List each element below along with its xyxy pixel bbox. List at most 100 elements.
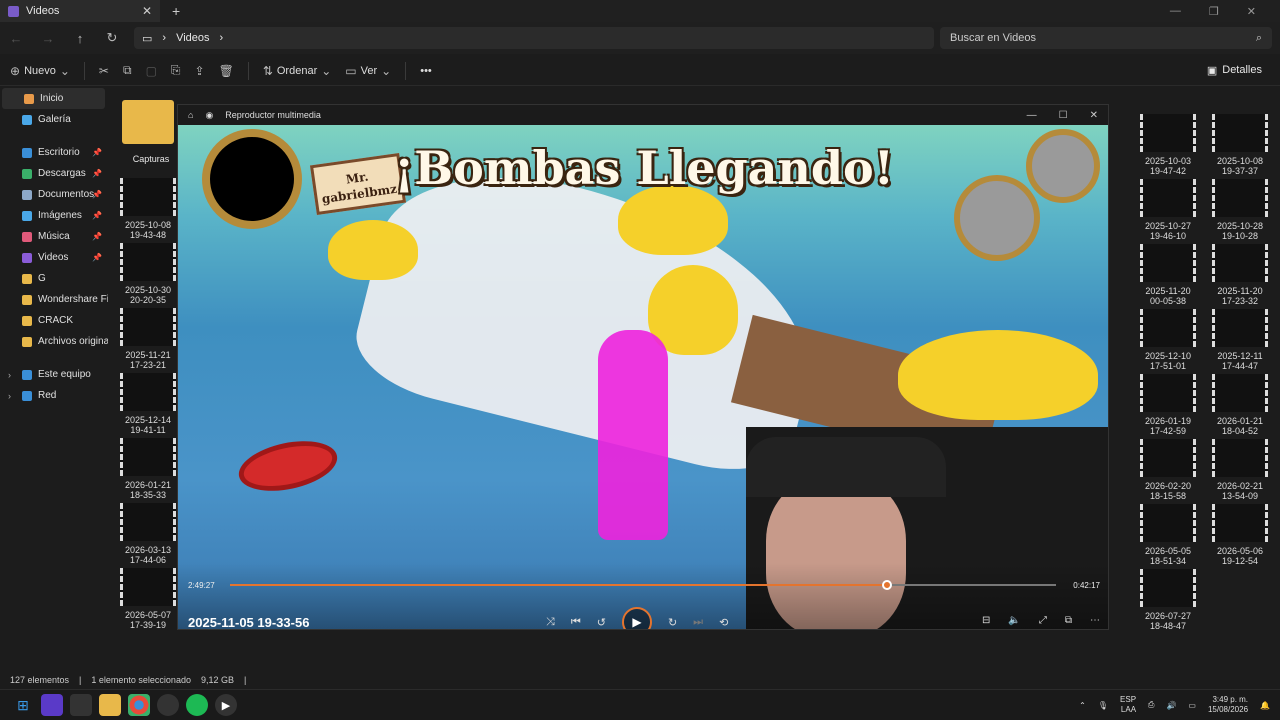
close-icon[interactable]: ✕ — [1090, 110, 1098, 121]
video-file-item[interactable]: 2026-05-06 19-12-54 — [1208, 504, 1272, 566]
video-file-item[interactable]: 2025-10-30 20-20-35 — [116, 243, 180, 305]
sidebar-item-quick[interactable]: Documentos 📌 — [0, 184, 108, 205]
battery-icon[interactable]: ▭ — [1188, 701, 1196, 710]
sidebar-item-quick[interactable]: Descargas 📌 — [0, 163, 108, 184]
video-file-item[interactable]: 2025-11-20 17-23-32 — [1208, 244, 1272, 306]
cut-button[interactable]: ✂ — [99, 64, 109, 78]
volume-icon[interactable]: 🔊 — [1166, 701, 1176, 710]
shuffle-icon[interactable]: ⤨ — [546, 616, 555, 629]
next-icon[interactable]: ⏭ — [693, 616, 703, 629]
sidebar-item-quick[interactable]: Escritorio 📌 — [0, 142, 108, 163]
media-player-taskbar-icon[interactable]: ▶ — [215, 694, 237, 716]
address-bar[interactable]: ▭ › Videos › — [134, 27, 934, 49]
breadcrumb-videos[interactable]: Videos — [176, 32, 209, 44]
minimize-icon[interactable]: — — [1027, 110, 1037, 121]
refresh-icon[interactable]: ↻ — [96, 30, 128, 46]
sidebar-item-home[interactable]: Inicio — [2, 88, 105, 109]
view-button[interactable]: ▭ Ver ⌄ — [345, 64, 391, 78]
video-file-item[interactable]: 2026-05-07 17-39-19 — [116, 568, 180, 630]
repeat-off-icon[interactable]: ⟲ — [719, 616, 728, 629]
language-indicator[interactable]: ESP LAA — [1120, 695, 1136, 715]
previous-icon[interactable]: ⏮ — [571, 616, 581, 629]
tab-close-icon[interactable]: ✕ — [142, 4, 152, 18]
video-file-item[interactable]: 2026-07-27 18-48-47 — [1136, 569, 1200, 631]
seek-handle[interactable] — [881, 580, 892, 590]
new-button[interactable]: ⊕ Nuevo ⌄ — [10, 64, 70, 78]
sidebar-item-quick[interactable]: Imágenes 📌 — [0, 205, 108, 226]
video-file-item[interactable]: 2025-11-20 00-05-38 — [1136, 244, 1200, 306]
video-file-item[interactable]: 2026-01-21 18-35-33 — [116, 438, 180, 500]
video-file-item[interactable]: 2025-10-27 19-46-10 — [1136, 179, 1200, 241]
breadcrumb-chevron-icon[interactable]: › — [220, 32, 224, 44]
sidebar-item-quick[interactable]: G — [0, 268, 108, 289]
maximize-icon[interactable]: ☐ — [1059, 110, 1068, 121]
search-icon[interactable]: ⌕ — [1256, 32, 1262, 45]
app-icon[interactable] — [41, 694, 63, 716]
video-frame[interactable]: Mr. gabrielbmz ¡Bombas Llegando! 2:49:27… — [178, 125, 1108, 629]
video-file-item[interactable]: 2026-02-21 13-54-09 — [1208, 439, 1272, 501]
minimize-icon[interactable]: — — [1170, 5, 1181, 18]
video-file-item[interactable]: 2025-10-08 19-37-37 — [1208, 114, 1272, 176]
fullscreen-icon[interactable]: ⤢ — [1039, 615, 1047, 626]
paste-button[interactable]: ▢ — [146, 64, 157, 78]
sidebar-item-quick[interactable]: Wondershare Filmora — [0, 289, 108, 310]
home-icon[interactable]: ⌂ — [188, 110, 193, 120]
sidebar-item-this-pc[interactable]: › Este equipo — [0, 364, 108, 385]
chevron-right-icon[interactable]: › — [8, 370, 11, 380]
folder-label-capturas[interactable]: Capturas — [122, 154, 180, 164]
maximize-icon[interactable]: ❐ — [1209, 5, 1219, 18]
sidebar-item-quick[interactable]: Música 📌 — [0, 226, 108, 247]
up-icon[interactable]: ↑ — [64, 31, 96, 46]
app-icon[interactable] — [157, 694, 179, 716]
video-file-item[interactable]: 2025-11-21 17-23-21 — [116, 308, 180, 370]
file-explorer-icon[interactable] — [99, 694, 121, 716]
sidebar-item-quick[interactable]: Videos 📌 — [0, 247, 108, 268]
microphone-icon[interactable]: 🎙 — [1098, 701, 1108, 710]
play-button[interactable]: ▶ — [621, 607, 652, 629]
volume-icon[interactable]: 🔈 — [1008, 615, 1020, 626]
back-icon[interactable]: ← — [0, 31, 32, 46]
start-icon[interactable]: ⊞ — [12, 694, 34, 716]
delete-button[interactable]: 🗑 — [219, 64, 234, 78]
subtitles-icon[interactable]: ⊟ — [982, 615, 990, 626]
video-file-item[interactable]: 2026-01-21 18-04-52 — [1208, 374, 1272, 436]
sidebar-item-network[interactable]: › Red — [0, 385, 108, 406]
sidebar-item-gallery[interactable]: Galería — [0, 109, 108, 130]
spotify-icon[interactable] — [186, 694, 208, 716]
details-button[interactable]: ▣ Detalles — [1207, 64, 1262, 77]
media-player-window[interactable]: ⌂ ◉ Reproductor multimedia — ☐ ✕ Mr. gab… — [177, 104, 1109, 630]
clock[interactable]: 3:49 p. m. 15/08/2026 — [1208, 695, 1248, 715]
chevron-right-icon[interactable]: › — [8, 391, 11, 401]
network-icon[interactable]: ⎙ — [1148, 700, 1154, 710]
more-options-icon[interactable]: ⋯ — [1090, 615, 1100, 626]
rename-button[interactable]: ⎘ — [171, 63, 181, 78]
video-file-item[interactable]: 2026-05-05 18-51-34 — [1136, 504, 1200, 566]
chrome-icon[interactable] — [128, 694, 150, 716]
seek-bar[interactable] — [230, 580, 1056, 590]
sidebar-item-quick[interactable]: Archivos originales — [0, 331, 108, 352]
breadcrumb-chevron-icon[interactable]: › — [162, 32, 166, 44]
video-file-item[interactable]: 2025-10-28 19-10-28 — [1208, 179, 1272, 241]
new-tab-button[interactable]: + — [172, 3, 180, 19]
video-file-item[interactable]: 2025-10-08 19-43-48 — [116, 178, 180, 240]
notifications-icon[interactable]: 🔔 — [1260, 701, 1270, 710]
forward-30-icon[interactable]: ↻ — [668, 616, 677, 629]
more-button[interactable]: ••• — [420, 65, 432, 77]
rewind-10-icon[interactable]: ↺ — [597, 616, 606, 629]
forward-icon[interactable]: → — [32, 31, 64, 46]
video-file-item[interactable]: 2026-01-19 17-42-59 — [1136, 374, 1200, 436]
search-input[interactable]: Buscar en Videos ⌕ — [940, 27, 1272, 49]
sidebar-item-quick[interactable]: CRACK — [0, 310, 108, 331]
video-file-item[interactable]: 2025-12-14 19-41-11 — [116, 373, 180, 435]
video-file-item[interactable]: 2025-12-11 17-44-47 — [1208, 309, 1272, 371]
folder-icon[interactable] — [122, 100, 174, 144]
app-icon[interactable] — [70, 694, 92, 716]
copy-button[interactable]: ⧉ — [123, 63, 132, 78]
chevron-up-icon[interactable]: ⌃ — [1079, 701, 1086, 710]
video-file-item[interactable]: 2026-03-13 17-44-06 — [116, 503, 180, 565]
video-file-item[interactable]: 2025-10-03 19-47-42 — [1136, 114, 1200, 176]
video-file-item[interactable]: 2025-12-10 17-51-01 — [1136, 309, 1200, 371]
share-button[interactable]: ⇪ — [195, 64, 205, 78]
close-window-icon[interactable]: ✕ — [1247, 5, 1256, 18]
video-file-item[interactable]: 2026-02-20 18-15-58 — [1136, 439, 1200, 501]
